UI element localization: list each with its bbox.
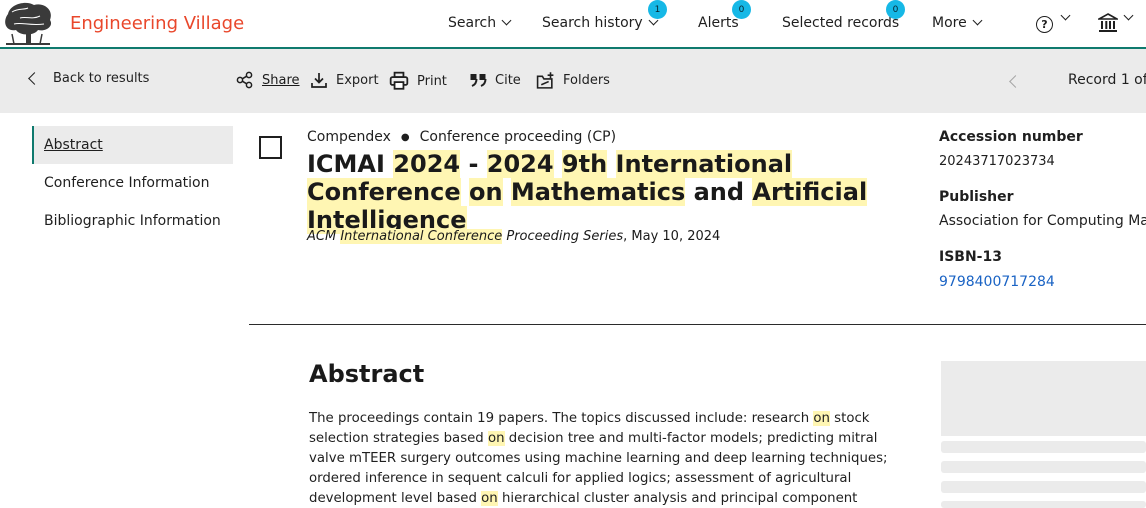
- publisher-value: Association for Computing Machinery: [939, 213, 1146, 229]
- nav-selected-records-label: Selected records: [782, 15, 900, 31]
- highlighted-term: International: [615, 150, 793, 178]
- document-type: Conference proceeding (CP): [419, 129, 617, 145]
- isbn-label: ISBN-13: [939, 249, 1002, 265]
- highlighted-term: on: [813, 411, 830, 426]
- loading-placeholder: [941, 461, 1146, 473]
- nav-search-history[interactable]: Search history: [542, 15, 659, 31]
- highlighted-term: on: [468, 178, 503, 206]
- nav-search-history-label: Search history: [542, 15, 643, 31]
- highlighted-term: on: [487, 431, 505, 446]
- nav-alerts-label: Alerts: [698, 15, 739, 31]
- nav-alerts[interactable]: Alerts: [698, 15, 739, 31]
- share-button[interactable]: Share: [236, 71, 300, 89]
- section-nav-conference-information[interactable]: Conference Information: [32, 164, 233, 202]
- print-button[interactable]: Print: [389, 71, 447, 91]
- text-segment: [503, 178, 511, 206]
- share-label: Share: [262, 72, 300, 88]
- record-meta-line: Compendex ● Conference proceeding (CP): [307, 129, 616, 147]
- text-segment: [461, 178, 469, 206]
- text-segment: -: [460, 150, 487, 178]
- highlighted-term: Conference: [307, 178, 461, 206]
- highlighted-term: Artificial: [752, 178, 868, 206]
- export-button[interactable]: Export: [310, 71, 379, 89]
- nav-selected-records[interactable]: Selected records: [782, 15, 899, 31]
- publisher-label: Publisher: [939, 189, 1014, 205]
- selected-records-badge: 0: [886, 0, 905, 19]
- highlighted-term: 9th: [561, 150, 608, 178]
- separator-dot: ●: [400, 132, 410, 143]
- text-segment: hierarchical cluster analysis and princi…: [497, 491, 858, 506]
- printer-icon: [389, 71, 409, 90]
- text-segment: [607, 150, 615, 178]
- chevron-left-icon: [28, 72, 41, 85]
- download-icon: [311, 73, 327, 88]
- chevron-down-icon: [501, 15, 512, 26]
- highlighted-term: Mathematics: [510, 178, 686, 206]
- section-nav: Abstract Conference Information Bibliogr…: [32, 126, 233, 240]
- nav-more[interactable]: More: [932, 15, 983, 31]
- chevron-down-icon[interactable]: [1060, 10, 1071, 21]
- print-label: Print: [417, 73, 447, 89]
- text-segment: [554, 150, 562, 178]
- back-to-results-link[interactable]: Back to results: [28, 71, 150, 86]
- abstract-heading: Abstract: [309, 360, 425, 388]
- export-label: Export: [336, 72, 379, 88]
- series-highlight: International Conference: [340, 229, 503, 244]
- loading-placeholder: [941, 501, 1146, 508]
- text-segment: ICMAI: [307, 150, 394, 178]
- folders-label: Folders: [563, 73, 610, 88]
- quote-icon: [470, 74, 487, 87]
- chevron-down-icon[interactable]: [1123, 10, 1134, 21]
- section-divider: [249, 324, 1146, 325]
- folders-button[interactable]: Folders: [536, 71, 610, 90]
- alerts-badge: 0: [732, 0, 751, 19]
- text-segment: and: [685, 178, 753, 206]
- brand-name[interactable]: Engineering Village: [70, 13, 244, 34]
- text-segment: The proceedings contain 19 papers. The t…: [309, 411, 814, 426]
- nav-search[interactable]: Search: [448, 15, 512, 31]
- section-nav-bibliographic-information[interactable]: Bibliographic Information: [32, 202, 233, 240]
- highlighted-term: on: [481, 491, 498, 506]
- nav-more-label: More: [932, 15, 967, 31]
- top-header: Engineering Village Search Search histor…: [0, 0, 1146, 49]
- elsevier-tree-logo[interactable]: [0, 0, 56, 47]
- series-suffix: Proceeding Series: [502, 229, 624, 244]
- series-prefix: ACM: [307, 229, 341, 244]
- isbn-link[interactable]: 9798400717284: [939, 274, 1055, 290]
- series-line: ACM International Conference Proceeding …: [307, 229, 720, 244]
- select-record-checkbox[interactable]: [259, 136, 282, 159]
- highlighted-term: 2024: [486, 150, 554, 178]
- nav-search-label: Search: [448, 15, 497, 31]
- share-icon: [236, 71, 253, 89]
- record-toolbar: Back to results Share Export Print Cite …: [0, 49, 1146, 113]
- loading-placeholder: [941, 361, 1146, 436]
- chevron-down-icon: [972, 15, 983, 26]
- loading-placeholder: [941, 481, 1146, 493]
- highlighted-term: 2024: [393, 150, 461, 178]
- cite-button[interactable]: Cite: [469, 71, 521, 89]
- accession-number-label: Accession number: [939, 129, 1083, 145]
- folder-add-icon: [536, 72, 554, 89]
- search-history-badge: 1: [648, 0, 667, 19]
- cite-label: Cite: [495, 72, 521, 88]
- section-nav-abstract[interactable]: Abstract: [32, 126, 233, 164]
- previous-record-icon[interactable]: [1009, 75, 1022, 88]
- accession-number-value: 20243717023734: [939, 154, 1055, 169]
- back-to-results-label: Back to results: [53, 71, 150, 86]
- help-icon[interactable]: ?: [1036, 16, 1053, 33]
- record-counter: Record 1 of 1: [1068, 72, 1146, 88]
- loading-placeholder: [941, 441, 1146, 453]
- database-name: Compendex: [307, 129, 391, 145]
- institution-icon[interactable]: [1098, 13, 1118, 33]
- record-title: ICMAI 2024 - 2024 9th International Conf…: [307, 150, 907, 234]
- publication-date: , May 10, 2024: [623, 229, 721, 244]
- abstract-text: The proceedings contain 19 papers. The t…: [309, 409, 899, 508]
